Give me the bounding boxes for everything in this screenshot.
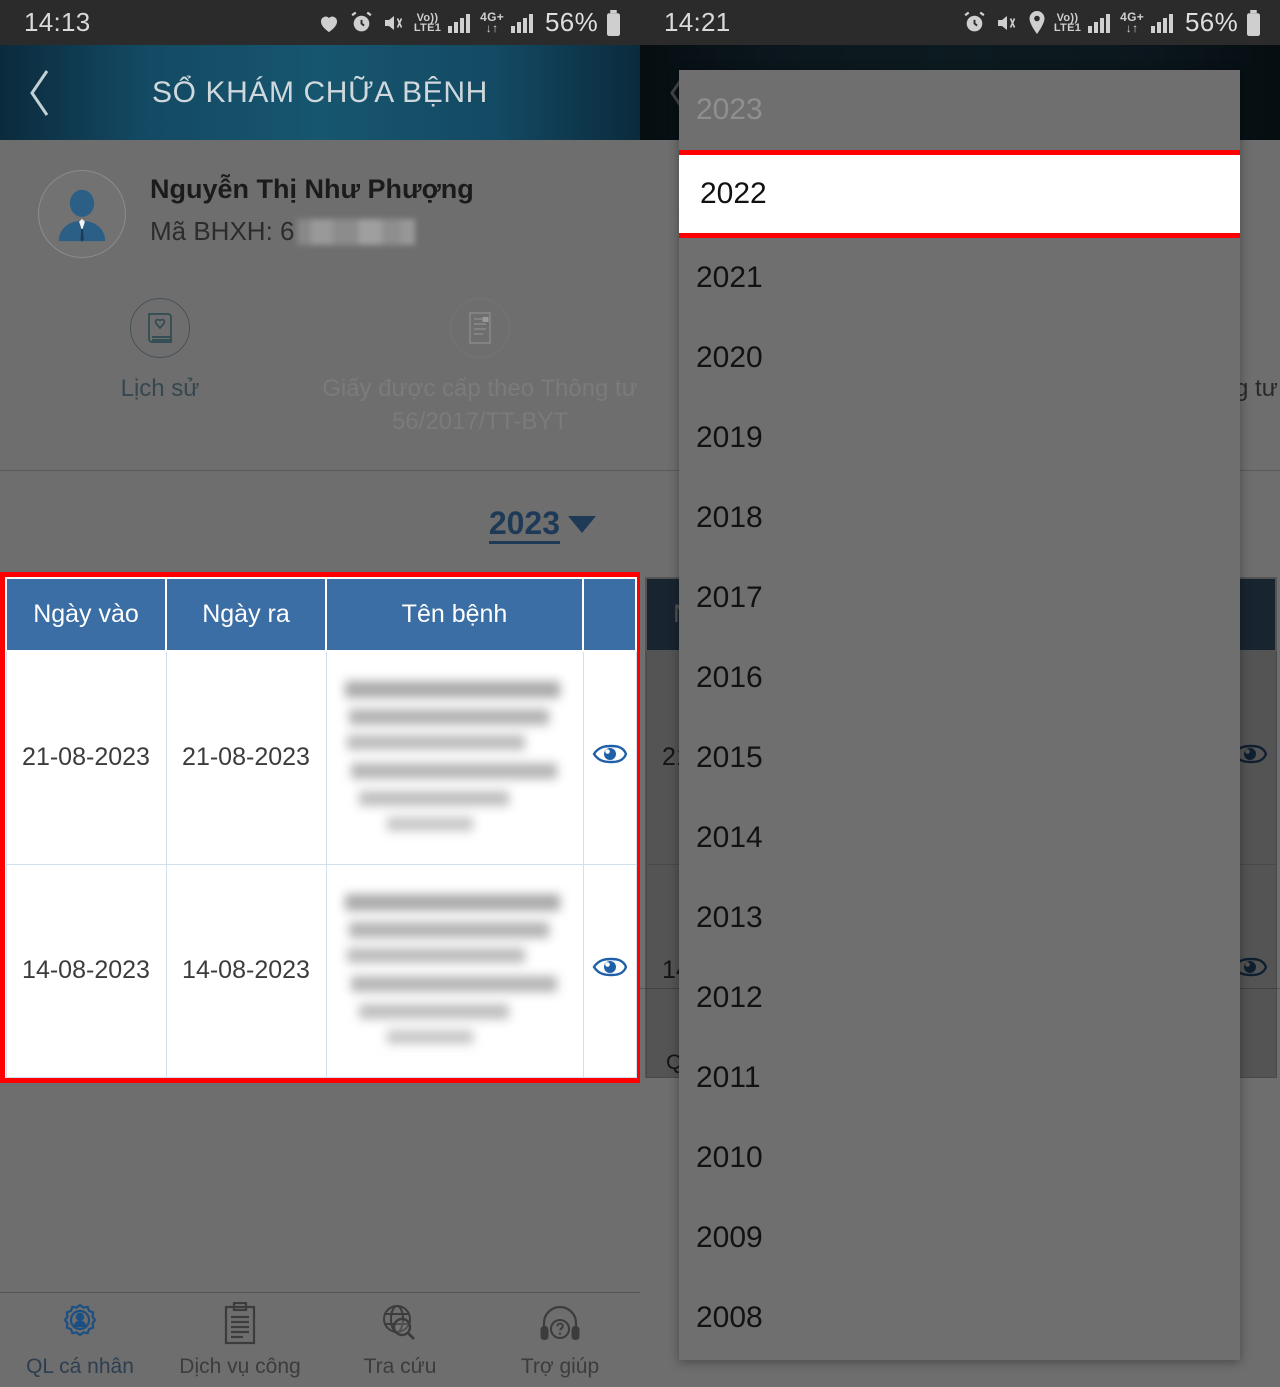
history-book-icon: [130, 298, 190, 358]
clipboard-icon: [160, 1301, 320, 1347]
right-screen: 14:21 Vo)) LTE1 4G+ ↓↑ 56% tư 2023 2022 …: [640, 0, 1280, 1387]
mute-vibrate-icon: [381, 11, 407, 35]
document-icon: [450, 298, 510, 358]
year-selector-value: 2023: [488, 505, 560, 544]
action-history[interactable]: Lịch sử: [0, 298, 320, 438]
globe-search-icon: [320, 1301, 480, 1347]
year-option-2020[interactable]: 2020: [679, 318, 1240, 398]
cell-ngay-vao: 14-08-2023: [5, 863, 167, 1078]
cell-ten-benh: [325, 863, 584, 1078]
redacted-disease-name: [338, 672, 571, 843]
status-bar-left: 14:13 Vo)) LTE1 4G+ ↓↑ 56%: [0, 0, 640, 45]
battery-percent: 56%: [1185, 7, 1238, 37]
profile-block: Nguyễn Thị Như Phượng Mã BHXH: 6: [0, 140, 640, 258]
profile-bhxh-label: Mã BHXH: 6: [150, 216, 295, 246]
cell-ngay-vao: 21-08-2023: [5, 650, 167, 865]
bottom-nav-left: QL cá nhân Dịch vụ công Tra cứu Trợ giúp: [0, 1292, 640, 1387]
year-option-2023[interactable]: 2023: [679, 70, 1240, 150]
year-option-2022-selected[interactable]: 2022: [679, 150, 1240, 238]
nav-label: Tra cứu: [363, 1355, 437, 1378]
heart-icon: [316, 11, 342, 35]
avatar: [38, 170, 126, 258]
location-icon: [1027, 10, 1047, 35]
battery-percent: 56%: [545, 7, 598, 37]
medical-records-table: Ngày vào Ngày ra Tên bệnh 21-08-2023 21-…: [5, 577, 637, 1078]
signal-bars-2-icon: [1151, 13, 1176, 33]
battery-icon: [1245, 9, 1262, 36]
status-bar-right: 14:21 Vo)) LTE1 4G+ ↓↑ 56%: [640, 0, 1280, 45]
action-buttons: Lịch sử Giấy được cấp theo Thông tư 56/2…: [0, 298, 640, 438]
col-ten-benh: Tên bệnh: [325, 577, 584, 652]
profile-name: Nguyễn Thị Như Phượng: [150, 174, 474, 204]
nav-dich-vu-cong[interactable]: Dịch vụ công: [160, 1301, 320, 1379]
profile-bhxh-code: Mã BHXH: 6: [150, 216, 474, 247]
headset-help-icon: [480, 1301, 640, 1347]
eye-icon[interactable]: [592, 742, 628, 766]
nav-label: Dịch vụ công: [179, 1355, 301, 1378]
status-time: 14:21: [664, 7, 731, 37]
battery-icon: [605, 9, 622, 36]
left-screen: 14:13 Vo)) LTE1 4G+ ↓↑ 56% SỔ KHÁM CHỮA …: [0, 0, 640, 1387]
year-option-2011[interactable]: 2011: [679, 1038, 1240, 1118]
volte-lte1-icon: Vo)) LTE1: [413, 11, 442, 34]
year-dropdown[interactable]: 2023 2022 2021 2020 2019 2018 2017 2016 …: [679, 70, 1240, 1360]
4g-plus-icon: 4G+ ↓↑: [1120, 9, 1145, 35]
cell-view-action[interactable]: [582, 863, 637, 1078]
signal-bars-icon: [448, 13, 473, 33]
col-ngay-vao: Ngày vào: [5, 577, 167, 652]
4g-plus-icon: 4G+ ↓↑: [480, 9, 505, 35]
cell-ten-benh: [325, 650, 584, 865]
signal-bars-icon: [1088, 13, 1113, 33]
gear-person-icon: [0, 1301, 160, 1347]
redacted-disease-name: [338, 885, 571, 1056]
year-option-2015[interactable]: 2015: [679, 718, 1240, 798]
action-history-label: Lịch sử: [120, 375, 200, 402]
table-row: 21-08-2023 21-08-2023: [5, 650, 637, 865]
table-row: 14-08-2023 14-08-2023: [5, 863, 637, 1078]
back-chevron-icon[interactable]: [0, 66, 80, 120]
page-title: SỔ KHÁM CHỮA BỆNH: [152, 75, 488, 109]
year-option-2014[interactable]: 2014: [679, 798, 1240, 878]
nav-tro-giup[interactable]: Trợ giúp: [480, 1301, 640, 1379]
year-option-2019[interactable]: 2019: [679, 398, 1240, 478]
action-certificate-label: Giấy được cấp theo Thông tư 56/2017/TT-B…: [322, 375, 638, 435]
year-option-2012[interactable]: 2012: [679, 958, 1240, 1038]
app-bar-left: SỔ KHÁM CHỮA BỆNH: [0, 45, 640, 140]
year-option-2008[interactable]: 2008: [679, 1278, 1240, 1358]
cell-ngay-ra: 21-08-2023: [165, 650, 327, 865]
chevron-down-icon: [568, 516, 596, 533]
year-option-2013[interactable]: 2013: [679, 878, 1240, 958]
year-option-2021[interactable]: 2021: [679, 238, 1240, 318]
year-selector[interactable]: 2023: [488, 505, 596, 544]
cell-view-action[interactable]: [582, 650, 637, 865]
signal-bars-2-icon: [511, 13, 536, 33]
nav-label: QL cá nhân: [26, 1355, 134, 1378]
year-option-2010[interactable]: 2010: [679, 1118, 1240, 1198]
table-header-row: Ngày vào Ngày ra Tên bệnh: [5, 577, 637, 652]
cell-ngay-ra: 14-08-2023: [165, 863, 327, 1078]
eye-icon[interactable]: [592, 955, 628, 979]
alarm-icon: [349, 10, 374, 35]
year-option-2018[interactable]: 2018: [679, 478, 1240, 558]
screenshot-root: 14:13 Vo)) LTE1 4G+ ↓↑ 56% SỔ KHÁM CHỮA …: [0, 0, 1280, 1387]
year-option-2017[interactable]: 2017: [679, 558, 1240, 638]
volte-lte1-icon: Vo)) LTE1: [1053, 11, 1082, 34]
nav-label: Trợ giúp: [520, 1355, 600, 1378]
action-certificate[interactable]: Giấy được cấp theo Thông tư 56/2017/TT-B…: [320, 298, 640, 438]
nav-ql-ca-nhan[interactable]: QL cá nhân: [0, 1301, 160, 1379]
col-action: [582, 577, 637, 652]
status-time: 14:13: [24, 7, 91, 37]
redacted-code: [296, 218, 415, 245]
nav-tra-cuu[interactable]: Tra cứu: [320, 1301, 480, 1379]
year-selector-row: 2023: [0, 471, 640, 544]
year-option-2009[interactable]: 2009: [679, 1198, 1240, 1278]
mute-vibrate-icon: [994, 11, 1020, 35]
alarm-icon: [962, 10, 987, 35]
col-ngay-ra: Ngày ra: [165, 577, 327, 652]
year-option-2016[interactable]: 2016: [679, 638, 1240, 718]
medical-records-table-highlight: Ngày vào Ngày ra Tên bệnh 21-08-2023 21-…: [0, 572, 640, 1083]
